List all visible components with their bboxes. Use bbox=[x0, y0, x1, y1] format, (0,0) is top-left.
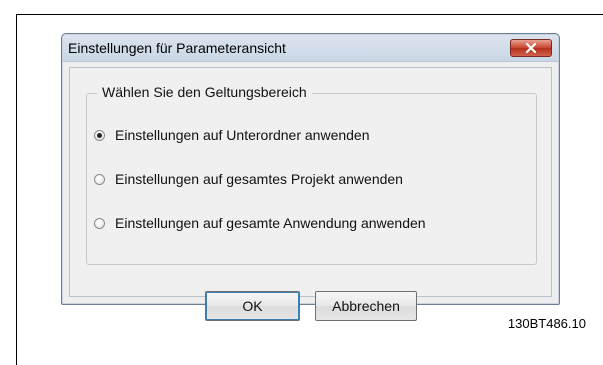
radio-button[interactable] bbox=[94, 217, 105, 229]
cancel-button[interactable]: Abbrechen bbox=[315, 291, 417, 321]
radio-button-selected[interactable] bbox=[94, 129, 105, 141]
radio-button[interactable] bbox=[94, 173, 105, 185]
dialog-title: Einstellungen für Parameteransicht bbox=[68, 40, 286, 56]
dialog-client-area: Wählen Sie den Geltungsbereich Einstellu… bbox=[69, 67, 552, 321]
ok-button[interactable]: OK bbox=[205, 291, 300, 321]
parameter-view-settings-dialog: Einstellungen für Parameteransicht Wähle… bbox=[61, 33, 560, 321]
close-button[interactable] bbox=[510, 39, 552, 57]
page-border-top bbox=[16, 14, 603, 15]
figure-code: 130BT486.10 bbox=[507, 316, 586, 331]
page-border-left bbox=[16, 14, 17, 365]
close-icon bbox=[525, 43, 537, 53]
radio-dot bbox=[97, 132, 102, 138]
radio-label-subfolder[interactable]: Einstellungen auf Unterordner anwenden bbox=[115, 127, 370, 143]
radio-label-application[interactable]: Einstellungen auf gesamte Anwendung anwe… bbox=[115, 215, 426, 231]
radio-option-application[interactable]: Einstellungen auf gesamte Anwendung anwe… bbox=[94, 215, 426, 231]
radio-option-project[interactable]: Einstellungen auf gesamtes Projekt anwen… bbox=[94, 171, 403, 187]
radio-label-project[interactable]: Einstellungen auf gesamtes Projekt anwen… bbox=[115, 171, 403, 187]
radio-option-subfolder[interactable]: Einstellungen auf Unterordner anwenden bbox=[94, 127, 370, 143]
dialog-titlebar[interactable]: Einstellungen für Parameteransicht bbox=[63, 35, 558, 62]
scope-group-legend: Wählen Sie den Geltungsbereich bbox=[97, 84, 312, 100]
